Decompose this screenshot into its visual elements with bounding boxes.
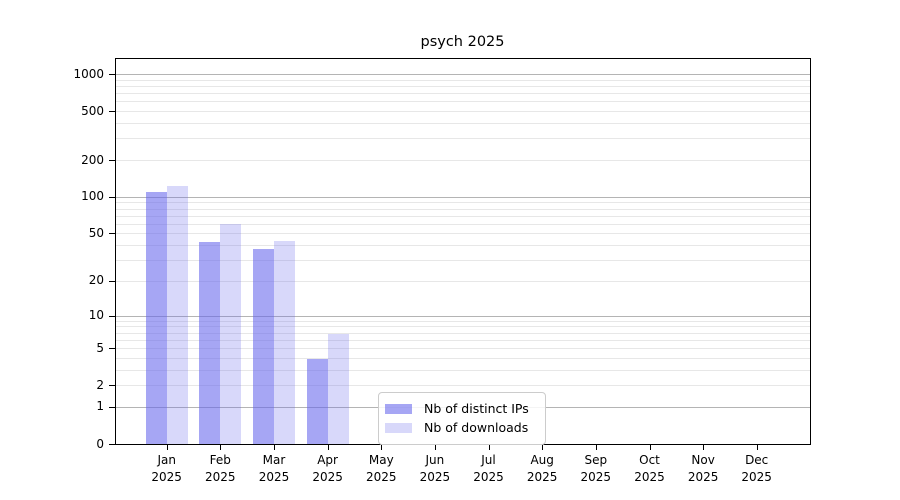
y-tick-label: 2 <box>34 377 104 394</box>
minor-gridline <box>116 216 810 217</box>
y-tick-label: 100 <box>34 188 104 205</box>
bar-distinct-ips-feb <box>199 242 220 444</box>
bar-downloads-jan <box>167 186 188 444</box>
x-tick-label-dec: Dec2025 <box>725 452 789 485</box>
bar-downloads-feb <box>220 224 241 444</box>
x-tick <box>435 445 436 450</box>
minor-gridline <box>116 202 810 203</box>
bar-downloads-apr <box>328 334 349 444</box>
major-gridline <box>116 74 810 75</box>
legend-label: Nb of distinct IPs <box>424 401 529 416</box>
legend-entry-distinct-ips: Nb of distinct IPs <box>385 400 537 417</box>
minor-gridline <box>116 138 810 139</box>
bar-downloads-mar <box>274 241 295 444</box>
minor-gridline <box>116 160 810 161</box>
x-tick <box>596 445 597 450</box>
y-tick-label: 1000 <box>34 66 104 83</box>
legend-swatch <box>385 423 412 433</box>
bar-distinct-ips-mar <box>253 249 274 444</box>
x-tick-year: 2025 <box>725 469 789 486</box>
x-tick <box>167 445 168 450</box>
legend-label: Nb of downloads <box>424 420 528 435</box>
y-tick-label: 200 <box>34 152 104 169</box>
minor-gridline <box>116 111 810 112</box>
minor-gridline <box>116 86 810 87</box>
y-tick <box>109 160 115 161</box>
y-tick <box>109 111 115 112</box>
y-tick <box>109 233 115 234</box>
x-tick <box>650 445 651 450</box>
y-tick <box>109 197 115 198</box>
y-tick <box>109 316 115 317</box>
y-tick <box>109 74 115 75</box>
chart-figure: psych 2025 01251020501002005001000 Jan20… <box>0 0 900 500</box>
minor-gridline <box>116 101 810 102</box>
legend-entry-downloads: Nb of downloads <box>385 419 537 436</box>
major-gridline <box>116 197 810 198</box>
x-tick <box>220 445 221 450</box>
bar-distinct-ips-jan <box>146 192 167 444</box>
y-tick-label: 20 <box>34 272 104 289</box>
legend-swatch <box>385 404 412 414</box>
minor-gridline <box>116 80 810 81</box>
y-tick-label: 10 <box>34 307 104 324</box>
y-tick-label: 50 <box>34 225 104 242</box>
y-tick-label: 0 <box>34 436 104 453</box>
x-tick <box>274 445 275 450</box>
minor-gridline <box>116 123 810 124</box>
y-tick <box>109 348 115 349</box>
minor-gridline <box>116 209 810 210</box>
minor-gridline <box>116 93 810 94</box>
legend: Nb of distinct IPs Nb of downloads <box>378 392 546 445</box>
x-tick-month: Dec <box>725 452 789 469</box>
plot-area <box>115 58 811 445</box>
y-tick <box>109 385 115 386</box>
y-tick-label: 500 <box>34 103 104 120</box>
y-tick-label: 1 <box>34 398 104 415</box>
x-tick <box>381 445 382 450</box>
y-tick <box>109 444 115 445</box>
bar-distinct-ips-apr <box>307 359 328 444</box>
y-tick <box>109 407 115 408</box>
x-tick <box>703 445 704 450</box>
x-tick <box>542 445 543 450</box>
chart-title: psych 2025 <box>115 34 810 50</box>
y-tick <box>109 281 115 282</box>
x-tick <box>489 445 490 450</box>
y-tick-label: 5 <box>34 340 104 357</box>
x-tick <box>328 445 329 450</box>
x-tick <box>757 445 758 450</box>
